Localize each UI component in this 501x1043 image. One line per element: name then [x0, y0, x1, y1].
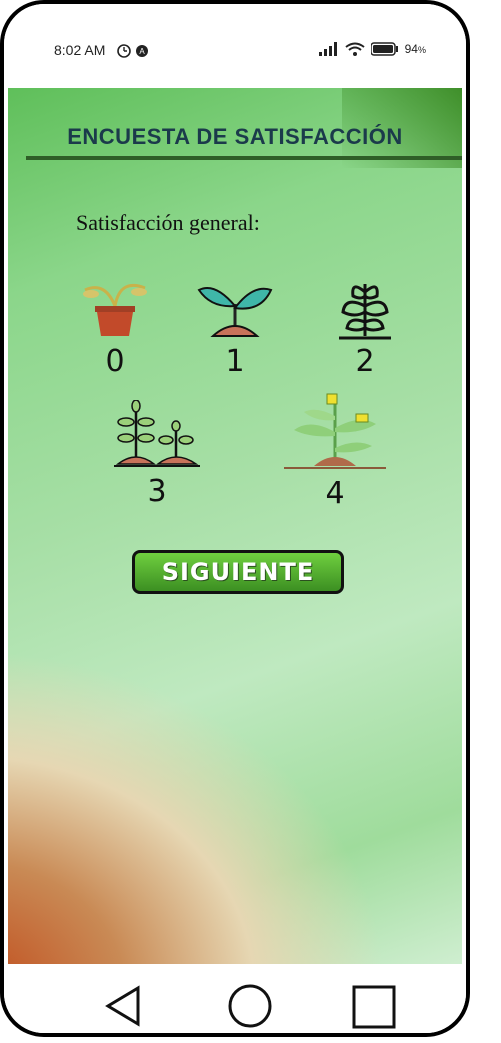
- title-divider: [26, 156, 462, 160]
- rating-option-4[interactable]: 4: [280, 388, 390, 511]
- wilted-plant-pot-icon: [83, 283, 147, 336]
- rating-option-3[interactable]: 3: [112, 400, 202, 509]
- rating-option-1[interactable]: 1: [190, 276, 280, 379]
- sprout-icon: [197, 287, 273, 337]
- status-right: 94%: [318, 42, 426, 56]
- back-icon[interactable]: [102, 984, 146, 1028]
- leafy-plant-icon: [339, 284, 391, 340]
- phone-frame: 8:02 AM A 94% ENCUESTA DE SATISFACCIÓN S…: [0, 0, 470, 1037]
- status-bar: 8:02 AM A 94%: [4, 4, 466, 88]
- rating-label-1: 1: [225, 344, 245, 379]
- two-plants-icon: [114, 400, 200, 467]
- rating-label-2: 2: [355, 344, 375, 379]
- battery-percent: 94%: [404, 42, 426, 56]
- rating-option-0[interactable]: 0: [70, 276, 160, 379]
- signal-icon: [318, 42, 337, 56]
- status-time: 8:02 AM: [54, 42, 106, 58]
- page-title: ENCUESTA DE SATISFACCIÓN: [67, 124, 403, 149]
- rating-option-2[interactable]: 2: [320, 276, 410, 379]
- survey-screen: ENCUESTA DE SATISFACCIÓN Satisfacción ge…: [8, 88, 462, 964]
- svg-text:A: A: [139, 47, 145, 56]
- alarm-icon: A: [117, 44, 148, 58]
- battery-icon: [370, 42, 398, 56]
- wifi-icon: [345, 42, 365, 56]
- rating-label-4: 4: [325, 476, 345, 511]
- android-nav-bar: [4, 964, 466, 1033]
- home-icon[interactable]: [226, 984, 274, 1032]
- recent-apps-icon[interactable]: [351, 984, 399, 1032]
- flowering-plant-icon: [284, 393, 386, 469]
- rating-label-0: 0: [105, 344, 125, 379]
- rating-label-3: 3: [147, 474, 167, 509]
- next-button[interactable]: SIGUIENTE: [132, 550, 344, 594]
- question-label: Satisfacción general:: [76, 210, 260, 235]
